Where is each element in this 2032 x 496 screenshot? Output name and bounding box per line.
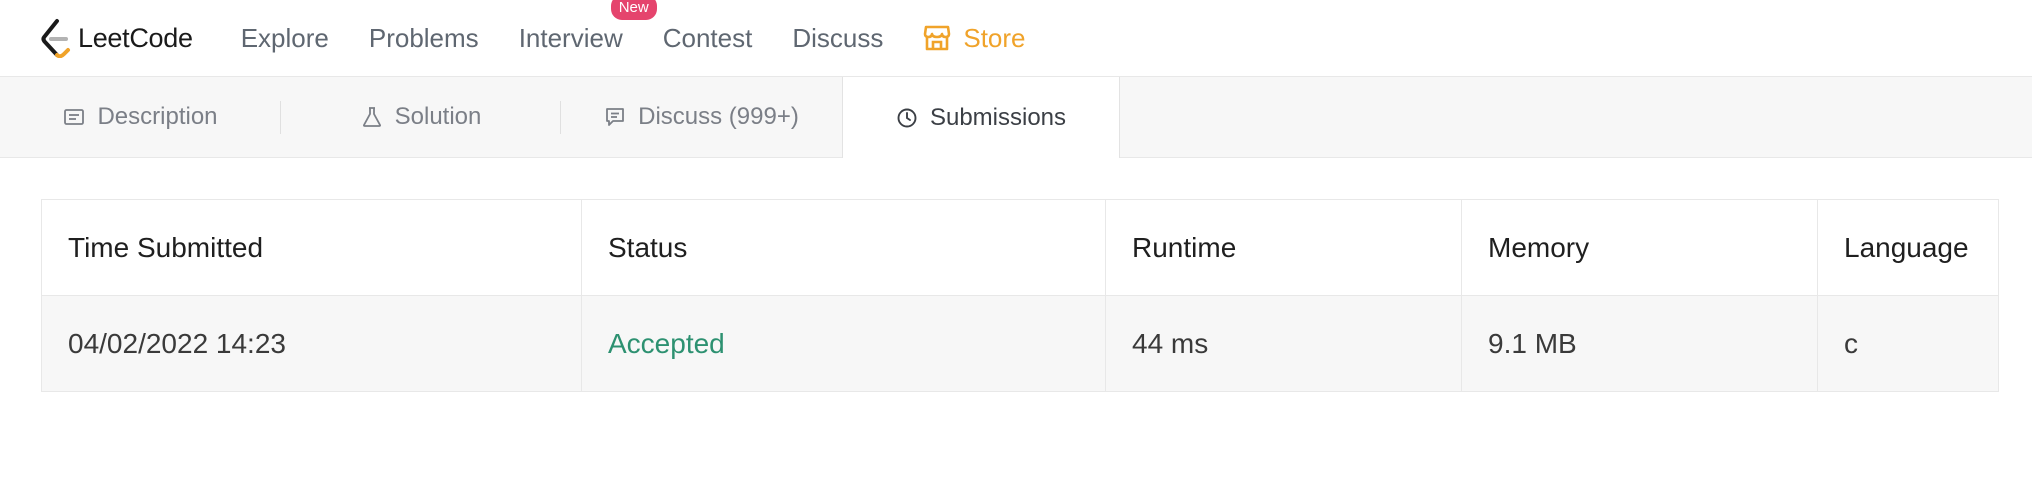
nav-contest-label: Contest xyxy=(662,22,753,53)
nav-store-label: Store xyxy=(963,22,1026,53)
description-icon xyxy=(64,109,85,125)
submission-status-link[interactable]: Accepted xyxy=(581,295,1106,392)
tab-submissions-label: Submissions xyxy=(929,103,1067,131)
problem-tabs: Description Solution Discuss (999+) Subm… xyxy=(0,77,2032,158)
logo-text: LeetCode xyxy=(78,22,193,53)
nav-interview[interactable]: Interview New xyxy=(518,0,657,54)
nav-store[interactable]: Store xyxy=(923,22,1026,54)
column-header-language: Language xyxy=(1817,199,1999,296)
submission-memory: 9.1 MB xyxy=(1461,295,1818,392)
tab-description-label: Description xyxy=(97,103,218,130)
leetcode-logo-icon xyxy=(41,19,70,58)
nav-explore[interactable]: Explore xyxy=(241,23,329,54)
tab-solution-label: Solution xyxy=(394,103,482,130)
table-header-row: Time Submitted Status Runtime Memory Lan… xyxy=(41,199,1999,296)
column-header-status: Status xyxy=(581,199,1106,296)
submission-runtime: 44 ms xyxy=(1105,295,1462,392)
column-header-time: Time Submitted xyxy=(41,199,582,296)
top-navbar: LeetCode Explore Problems Interview New … xyxy=(0,0,2032,77)
submission-time: 04/02/2022 14:23 xyxy=(41,295,582,392)
leetcode-logo[interactable]: LeetCode xyxy=(40,18,193,58)
submissions-panel: Time Submitted Status Runtime Memory Lan… xyxy=(0,158,2032,392)
column-header-runtime: Runtime xyxy=(1105,199,1462,296)
nav-interview-label: Interview xyxy=(518,22,623,53)
nav-problems-label: Problems xyxy=(368,22,479,53)
nav-discuss[interactable]: Discuss xyxy=(792,23,883,54)
nav-discuss-label: Discuss xyxy=(792,22,884,53)
store-icon xyxy=(924,25,951,51)
clock-icon xyxy=(897,108,917,127)
tab-solution[interactable]: Solution xyxy=(281,77,561,157)
tab-description[interactable]: Description xyxy=(0,77,281,157)
new-badge: New xyxy=(610,0,657,20)
nav-problems[interactable]: Problems xyxy=(369,23,479,54)
tab-submissions[interactable]: Submissions xyxy=(842,77,1120,158)
tab-discuss[interactable]: Discuss (999+) xyxy=(561,77,842,157)
table-row[interactable]: 04/02/2022 14:23 Accepted 44 ms 9.1 MB c xyxy=(41,295,1999,392)
nav-explore-label: Explore xyxy=(240,22,329,53)
submission-language: c xyxy=(1817,295,1999,392)
comment-icon xyxy=(606,108,625,126)
tab-discuss-label: Discuss (999+) xyxy=(638,103,799,130)
nav-contest[interactable]: Contest xyxy=(663,23,753,54)
flask-icon xyxy=(362,107,381,127)
column-header-memory: Memory xyxy=(1461,199,1818,296)
submissions-table: Time Submitted Status Runtime Memory Lan… xyxy=(41,199,1999,392)
